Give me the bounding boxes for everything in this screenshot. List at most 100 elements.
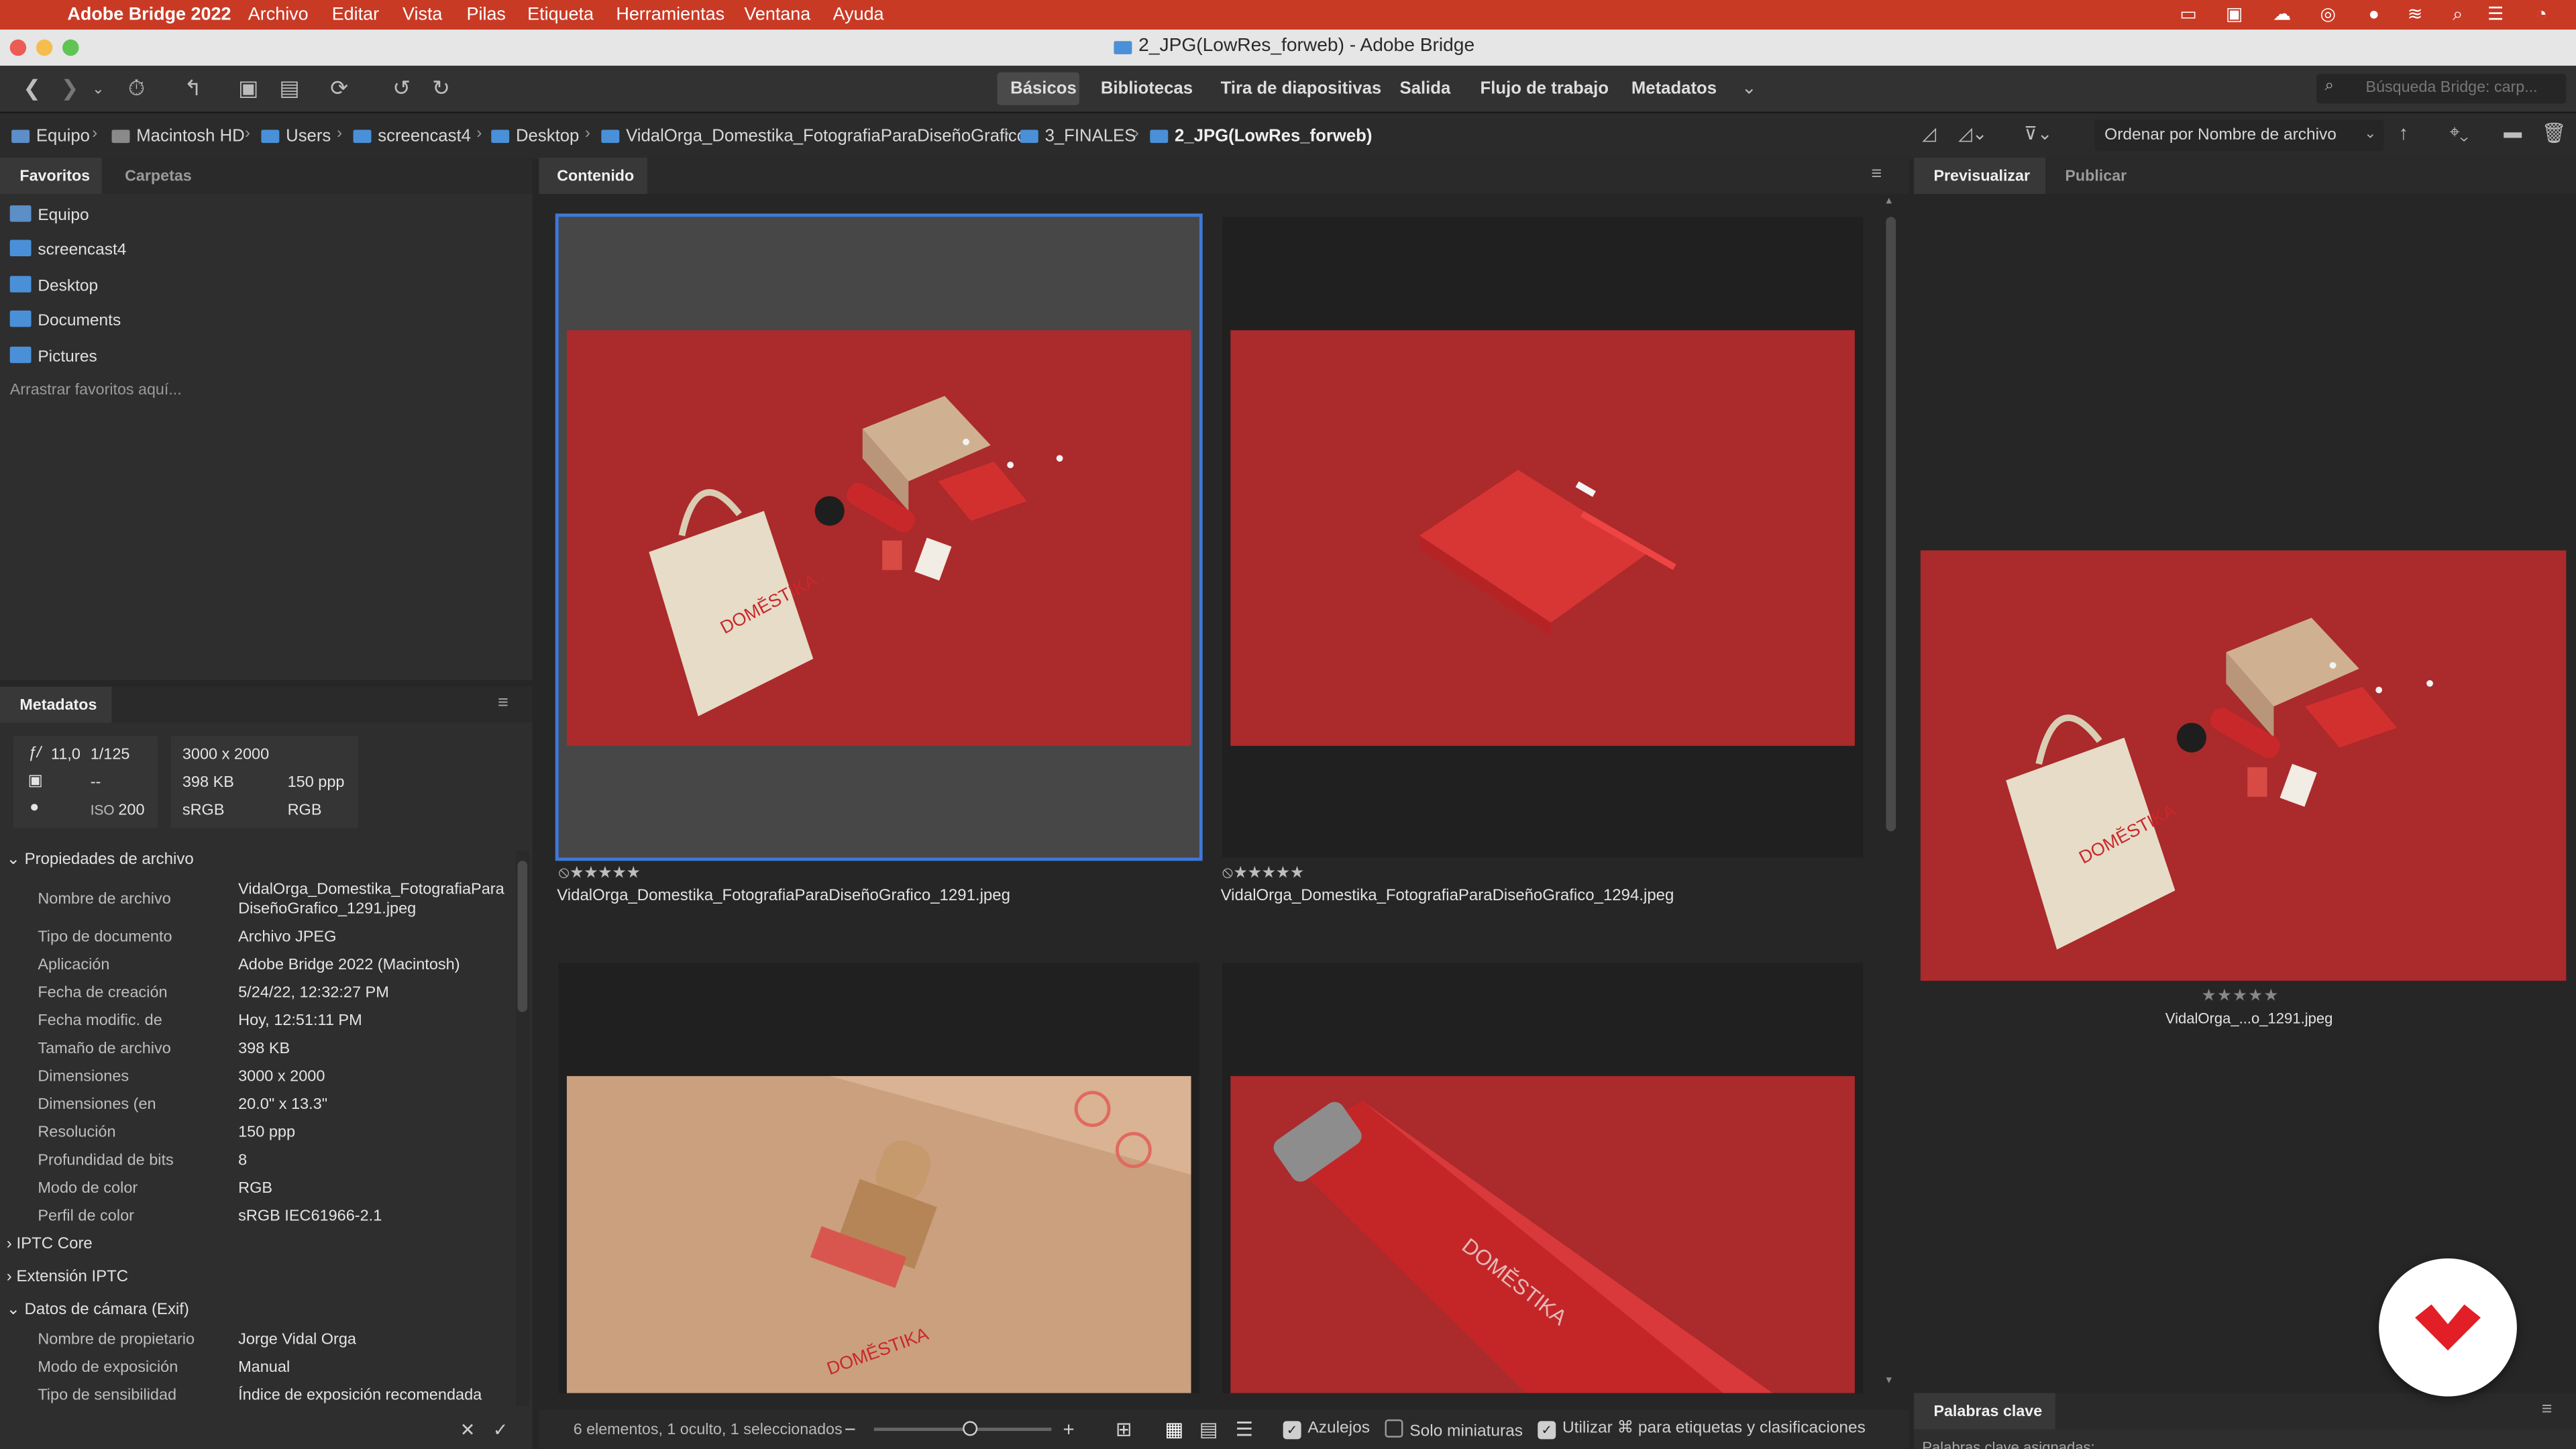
minimize-window-button[interactable]: [36, 39, 53, 56]
more-workspaces-icon[interactable]: ⌄: [1741, 77, 1757, 99]
thumbnails-only-checkbox[interactable]: Solo miniaturas: [1385, 1419, 1523, 1441]
panel-menu-icon[interactable]: ≡: [2542, 1400, 2553, 1419]
menu-ventana[interactable]: Ventana: [744, 5, 810, 24]
crumb-3-finales[interactable]: 3_FINALES: [1020, 127, 1136, 146]
creative-cloud-icon[interactable]: ☁: [2271, 3, 2294, 26]
workspace-basicos[interactable]: Básicos: [1010, 79, 1077, 99]
rotate-right-icon[interactable]: ↻: [432, 76, 450, 102]
metadata-scrollbar[interactable]: [515, 851, 529, 1407]
content-scrollbar-thumb[interactable]: [1886, 217, 1896, 832]
tab-palabras-clave[interactable]: Palabras clave: [1933, 1403, 2042, 1421]
crumb-vidalorga[interactable]: VidalOrga_Domestika_FotografiaParaDiseño…: [601, 127, 1026, 146]
cancel-icon[interactable]: ✕: [460, 1419, 476, 1440]
workspace-salida[interactable]: Salida: [1400, 79, 1451, 99]
app-menu[interactable]: Adobe Bridge 2022: [67, 5, 231, 24]
panel-menu-icon[interactable]: ≡: [1871, 164, 1882, 184]
apply-icon[interactable]: ✓: [493, 1419, 508, 1440]
filter-icon[interactable]: ⊽⌄: [2024, 123, 2052, 144]
rotate-left-icon[interactable]: ↺: [392, 76, 411, 102]
camera-import-icon[interactable]: ▣: [238, 76, 258, 102]
history-dropdown-icon[interactable]: ⌄: [92, 80, 104, 99]
crumb-macintosh-hd[interactable]: Macintosh HD: [111, 127, 245, 146]
favorite-equipo[interactable]: Equipo: [9, 205, 89, 225]
favorite-pictures[interactable]: Pictures: [9, 346, 97, 366]
section-file-properties[interactable]: ⌄ Propiedades de archivo: [7, 851, 194, 869]
thumbnail-image-1294[interactable]: [1230, 330, 1855, 746]
details-view-icon[interactable]: ▤: [1199, 1417, 1218, 1440]
tab-previsualizar[interactable]: Previsualizar: [1933, 168, 2030, 186]
forward-icon[interactable]: ❯: [61, 76, 79, 102]
sort-dropdown[interactable]: Ordenar por Nombre de archivo ⌄: [2094, 119, 2384, 152]
open-recent-icon[interactable]: ⌖⌄: [2449, 123, 2468, 145]
menu-pilas[interactable]: Pilas: [467, 5, 506, 24]
workspace-metadatos[interactable]: Metadatos: [1631, 79, 1717, 99]
open-camera-raw-icon[interactable]: ⟳: [330, 76, 348, 102]
rating-1294[interactable]: ⦸★★★★★: [1222, 864, 1305, 882]
section-iptc-core[interactable]: › IPTC Core: [7, 1236, 93, 1254]
menu-etiqueta[interactable]: Etiqueta: [527, 5, 594, 24]
thumbnail-image-1291[interactable]: DOMĔSTIKA: [566, 330, 1191, 746]
clock-icon[interactable]: ◔: [2530, 3, 2553, 26]
cast-icon[interactable]: ▣: [2222, 3, 2245, 26]
tab-carpetas[interactable]: Carpetas: [125, 168, 192, 186]
scroll-down-icon[interactable]: ▾: [1886, 1373, 1892, 1387]
thumbnail-cell-1294[interactable]: [1222, 217, 1864, 858]
search-box[interactable]: ⌕ Búsqueda Bridge: carp...: [2316, 74, 2567, 104]
new-folder-icon[interactable]: ▬: [2504, 123, 2522, 143]
thumbnail-caption-1294[interactable]: VidalOrga_Domestika_FotografiaParaDiseño…: [1221, 887, 1674, 905]
favorite-desktop[interactable]: Desktop: [9, 276, 98, 296]
preview-image[interactable]: DOMĔSTIKA: [1920, 550, 2567, 981]
back-icon[interactable]: ❮: [23, 76, 41, 102]
notification-icon[interactable]: ●: [2363, 3, 2385, 26]
menu-editar[interactable]: Editar: [332, 5, 379, 24]
quality-icon[interactable]: ◿: [1922, 123, 1936, 144]
menu-herramientas[interactable]: Herramientas: [616, 5, 724, 24]
workspace-tira[interactable]: Tira de diapositivas: [1221, 79, 1382, 99]
thumbnail-image-stamp[interactable]: DOMĔSTIKA: [566, 1076, 1191, 1393]
menu-archivo[interactable]: Archivo: [248, 5, 309, 24]
workspace-bibliotecas[interactable]: Bibliotecas: [1101, 79, 1193, 99]
tab-publicar[interactable]: Publicar: [2065, 168, 2127, 186]
content-scrollbar[interactable]: ▴ ▾: [1883, 195, 1899, 1393]
thumbnail-view-icon[interactable]: ▦: [1165, 1417, 1183, 1440]
close-window-button[interactable]: [9, 39, 27, 56]
thumbnail-size-handle[interactable]: [963, 1421, 978, 1436]
zoom-window-button[interactable]: [62, 39, 79, 56]
section-exif[interactable]: ⌄ Datos de cámara (Exif): [7, 1301, 189, 1320]
crumb-users[interactable]: Users: [261, 127, 331, 146]
grid-lock-icon[interactable]: ⊞: [1116, 1417, 1132, 1440]
crumb-desktop[interactable]: Desktop: [491, 127, 579, 146]
favorite-screencast4[interactable]: screencast4: [9, 239, 126, 260]
sort-ascending-icon[interactable]: ↑: [2399, 121, 2409, 144]
screens-icon[interactable]: ▭: [2177, 3, 2200, 26]
recent-icon[interactable]: ⏱: [128, 76, 145, 102]
zoom-in-icon[interactable]: +: [1063, 1417, 1075, 1440]
refine-icon[interactable]: ▤: [279, 76, 299, 102]
return-icon[interactable]: ↰: [184, 76, 202, 102]
tab-contenido[interactable]: Contenido: [557, 168, 634, 186]
thumbnail-cell-bottle[interactable]: DOMĔSTIKA: [1222, 963, 1864, 1393]
menu-ayuda[interactable]: Ayuda: [833, 5, 884, 24]
section-iptc-extension[interactable]: › Extensión IPTC: [7, 1269, 128, 1287]
control-center-icon[interactable]: ☰: [2484, 3, 2507, 26]
thumbnail-cell-1291[interactable]: DOMĔSTIKA: [555, 213, 1203, 861]
scrollbar-thumb[interactable]: [517, 861, 528, 1012]
list-view-icon[interactable]: ☰: [1236, 1417, 1253, 1440]
thumbnail-cell-stamp[interactable]: DOMĔSTIKA: [558, 963, 1199, 1393]
tab-favoritos[interactable]: Favoritos: [19, 168, 90, 186]
panel-menu-icon[interactable]: ≡: [498, 693, 508, 712]
tab-metadatos[interactable]: Metadatos: [19, 696, 97, 714]
wifi-icon[interactable]: ≋: [2404, 3, 2426, 26]
workspace-flujo[interactable]: Flujo de trabajo: [1481, 79, 1609, 99]
thumbnail-image-bottle[interactable]: DOMĔSTIKA: [1230, 1076, 1855, 1393]
crumb-equipo[interactable]: Equipo: [11, 127, 90, 146]
thumbnail-caption-1291[interactable]: VidalOrga_Domestika_FotografiaParaDiseño…: [557, 887, 1010, 905]
tiles-checkbox[interactable]: ✓ Azulejos: [1283, 1419, 1370, 1440]
sync-icon[interactable]: ◎: [2316, 3, 2339, 26]
zoom-out-icon[interactable]: −: [845, 1417, 856, 1440]
trash-icon[interactable]: 🗑: [2542, 121, 2567, 144]
cmd-labels-checkbox[interactable]: ✓ Utilizar ⌘ para etiquetas y clasificaci…: [1538, 1419, 1866, 1440]
favorite-documents[interactable]: Documents: [9, 310, 121, 330]
search-menubar-icon[interactable]: ⌕: [2447, 3, 2469, 26]
preview-rating[interactable]: ★★★★★: [2202, 987, 2279, 1006]
